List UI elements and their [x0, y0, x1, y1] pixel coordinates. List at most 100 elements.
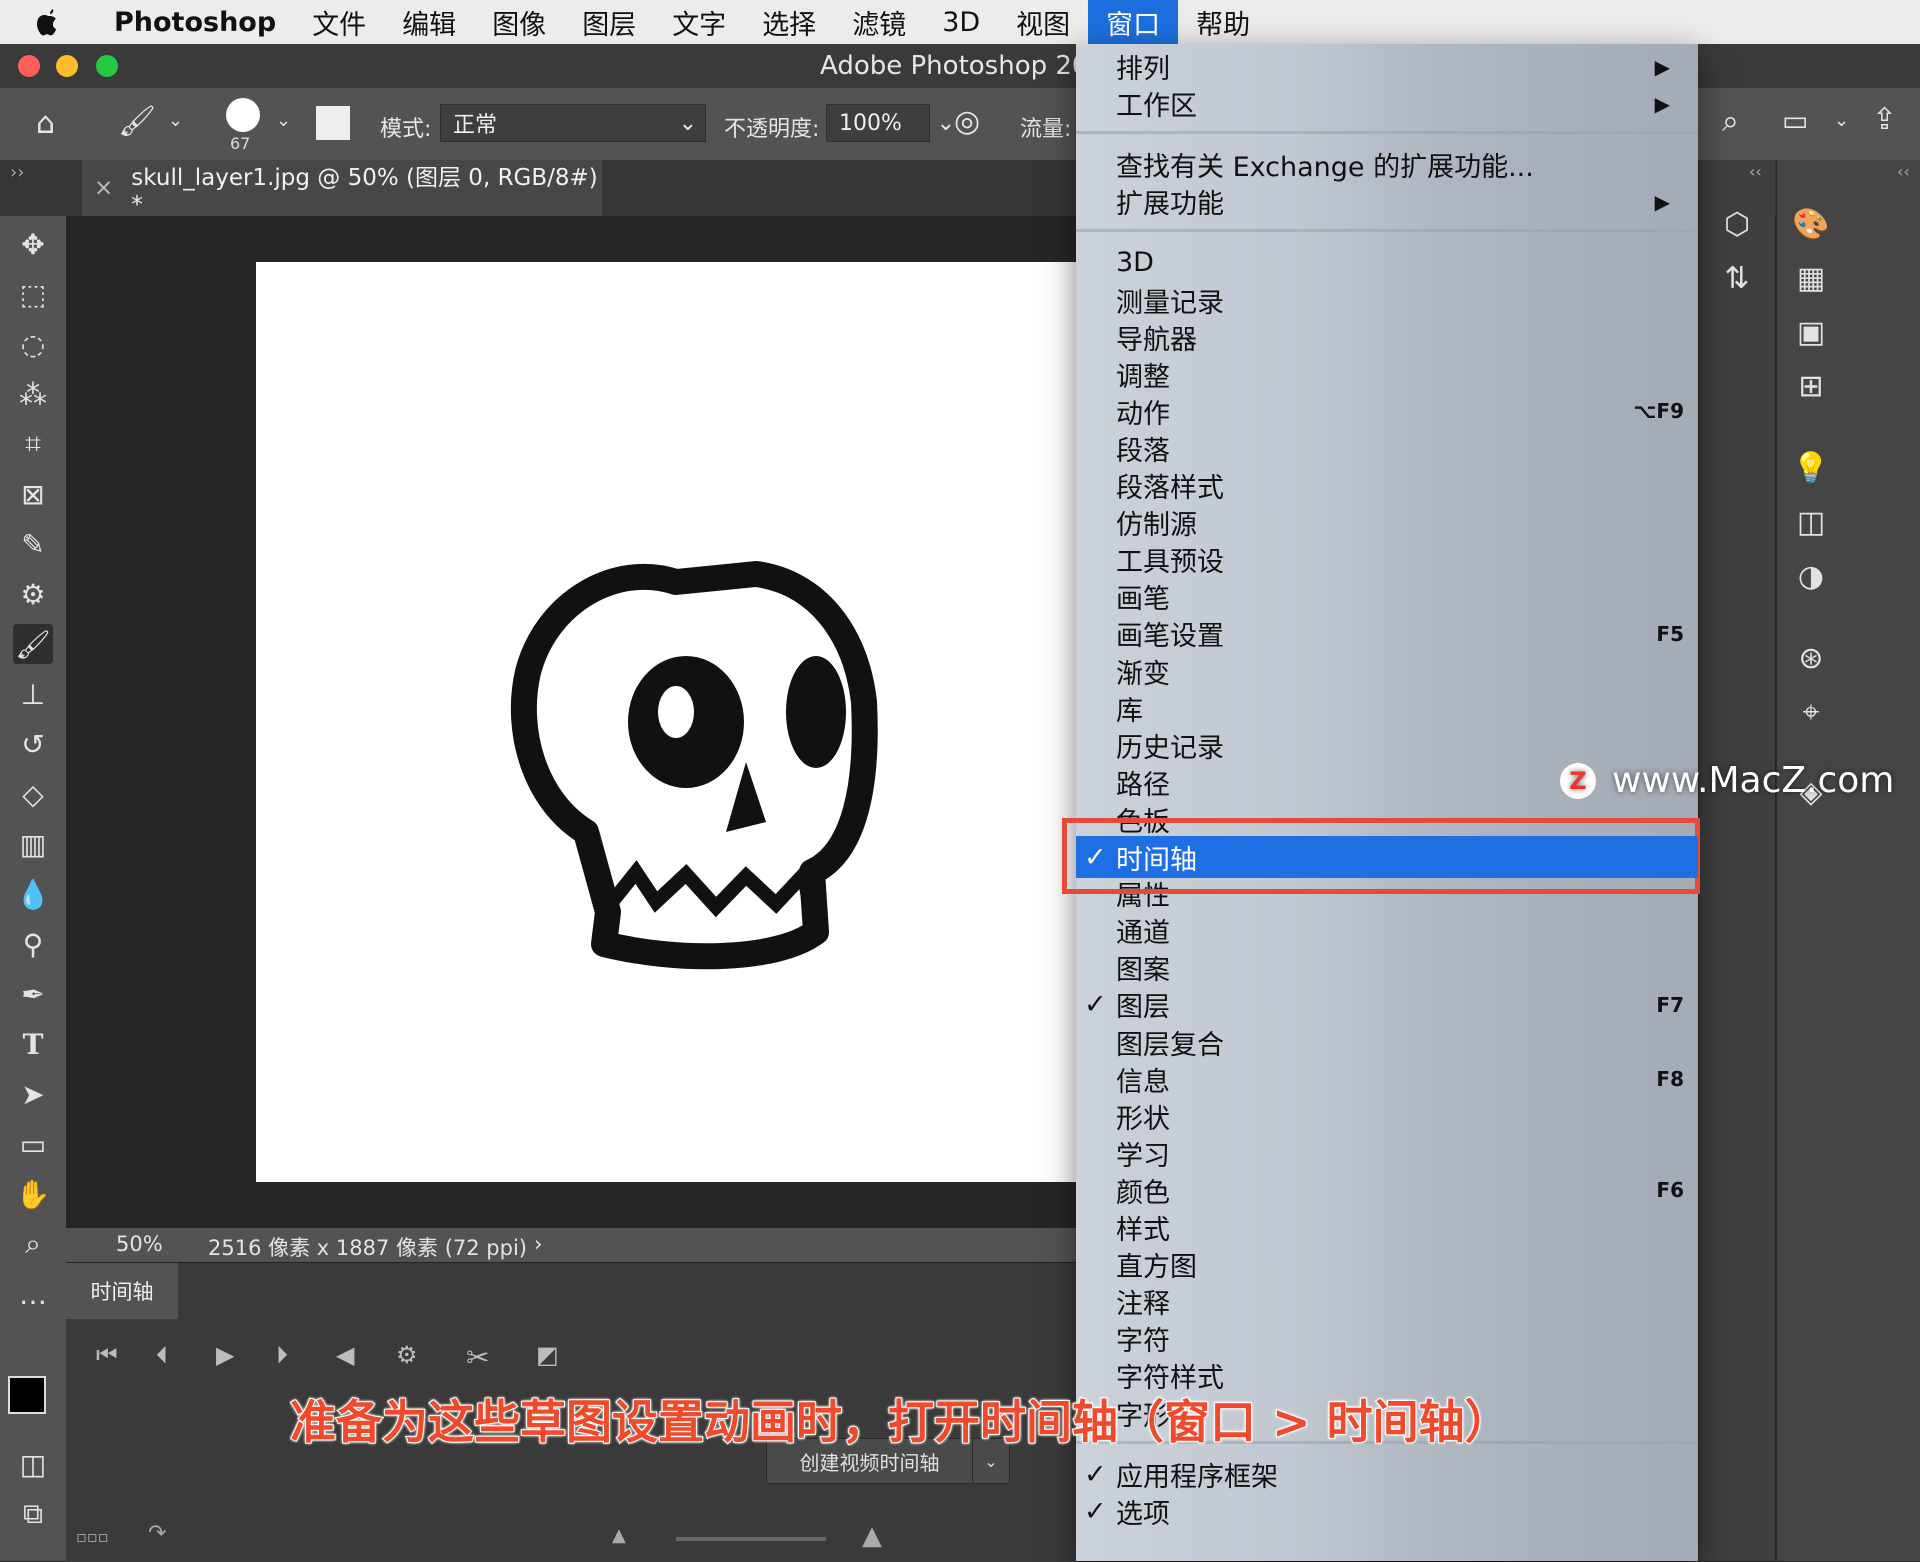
- pen-tool-icon[interactable]: ✒: [13, 974, 53, 1014]
- opacity-input[interactable]: 100% ⌄: [826, 104, 955, 142]
- brush-tool-icon[interactable]: 🖌: [13, 624, 53, 664]
- paths-icon[interactable]: ⌖: [1789, 690, 1833, 734]
- chevron-right-icon[interactable]: ›: [534, 1232, 542, 1256]
- channels-icon[interactable]: ⊛: [1789, 636, 1833, 680]
- menu-item[interactable]: 导航器: [1076, 319, 1698, 356]
- scissors-icon[interactable]: ✂: [466, 1341, 489, 1374]
- history-brush-tool-icon[interactable]: ↺: [13, 724, 53, 764]
- menu-item[interactable]: 工作区 ▶: [1076, 85, 1698, 122]
- convert-arrow-icon[interactable]: ↷: [148, 1521, 166, 1546]
- libraries-icon[interactable]: ◫: [1789, 500, 1833, 544]
- home-icon[interactable]: ⌂: [36, 106, 55, 141]
- next-frame-icon[interactable]: ⏵: [276, 1341, 288, 1369]
- document-tab[interactable]: × skull_layer1.jpg @ 50% (图层 0, RGB/8#) …: [82, 160, 602, 218]
- document-info[interactable]: 2516 像素 x 1887 像素 (72 ppi): [208, 1232, 527, 1262]
- first-frame-icon[interactable]: ⏮: [96, 1341, 118, 1369]
- adjustments-icon[interactable]: ◑: [1789, 554, 1833, 598]
- 3d-panel-icon[interactable]: ⬡: [1715, 202, 1759, 246]
- foreground-color-swatch[interactable]: [8, 1376, 46, 1414]
- menu-item[interactable]: 注释: [1076, 1283, 1698, 1320]
- menu-window[interactable]: 窗口: [1088, 0, 1179, 44]
- screen-mode-icon[interactable]: ⧉: [13, 1494, 53, 1534]
- menu-edit[interactable]: 编辑: [384, 0, 474, 44]
- stamp-tool-icon[interactable]: ⊥: [13, 674, 53, 714]
- minimize-window-button[interactable]: [56, 55, 78, 77]
- gradient-tool-icon[interactable]: ▥: [13, 824, 53, 864]
- menu-item-timeline[interactable]: ✓ 时间轴: [1076, 836, 1698, 878]
- more-tools-icon[interactable]: …: [13, 1274, 53, 1314]
- menu-item[interactable]: 直方图: [1076, 1246, 1698, 1283]
- menu-item[interactable]: 渐变: [1076, 653, 1698, 690]
- brush-size-swatch[interactable]: [226, 98, 260, 132]
- menu-item[interactable]: 画笔: [1076, 578, 1698, 615]
- gradients-icon[interactable]: ▣: [1789, 310, 1833, 354]
- close-window-button[interactable]: [18, 55, 40, 77]
- menu-app-name[interactable]: Photoshop: [96, 0, 294, 44]
- search-icon[interactable]: ⌕: [1722, 104, 1739, 139]
- menu-type[interactable]: 文字: [654, 0, 744, 44]
- menu-image[interactable]: 图像: [474, 0, 564, 44]
- patterns-icon[interactable]: ⊞: [1789, 364, 1833, 408]
- close-tab-icon[interactable]: ×: [94, 175, 113, 201]
- menu-item[interactable]: 画笔设置 F5: [1076, 615, 1698, 652]
- mode-select[interactable]: 正常 ⌄: [440, 104, 706, 142]
- menu-item[interactable]: ✓ 选项: [1076, 1493, 1698, 1530]
- menu-item[interactable]: 动作 ⌥F9: [1076, 393, 1698, 430]
- menu-item[interactable]: 3D: [1076, 244, 1698, 281]
- audio-icon[interactable]: ◀: [336, 1341, 354, 1369]
- eyedropper-tool-icon[interactable]: ✎: [13, 524, 53, 564]
- menu-item[interactable]: 查找有关 Exchange 的扩展功能...: [1076, 146, 1698, 183]
- menu-item[interactable]: 调整: [1076, 356, 1698, 393]
- chevron-down-icon[interactable]: ⌄: [168, 110, 183, 131]
- quick-mask-icon[interactable]: ◫: [13, 1444, 53, 1484]
- expand-toolbar-icon[interactable]: ››: [10, 162, 24, 183]
- workspace-icon[interactable]: ▭: [1782, 104, 1808, 137]
- chevron-down-icon[interactable]: ⌄: [937, 111, 955, 136]
- blur-tool-icon[interactable]: 💧: [13, 874, 53, 914]
- zoom-level[interactable]: 50%: [116, 1232, 163, 1256]
- menu-item[interactable]: 通道: [1076, 912, 1698, 949]
- marquee-tool-icon[interactable]: ⬚: [13, 274, 53, 314]
- zoom-out-mountain-icon[interactable]: ▲: [612, 1525, 626, 1546]
- menu-help[interactable]: 帮助: [1178, 0, 1268, 44]
- chevron-down-icon[interactable]: ⌄: [276, 110, 291, 131]
- menu-item[interactable]: 颜色 F6: [1076, 1172, 1698, 1209]
- menu-item[interactable]: ✓ 应用程序框架: [1076, 1456, 1698, 1493]
- apple-menu-icon[interactable]: [0, 0, 96, 44]
- menu-select[interactable]: 选择: [744, 0, 834, 44]
- zoom-tool-icon[interactable]: ⌕: [13, 1224, 53, 1264]
- menu-layer[interactable]: 图层: [564, 0, 654, 44]
- frames-icon[interactable]: ▫▫▫: [76, 1527, 109, 1546]
- play-icon[interactable]: ▶: [216, 1341, 234, 1369]
- timeline-zoom-slider[interactable]: [676, 1537, 826, 1541]
- menu-item[interactable]: 历史记录: [1076, 727, 1698, 764]
- document-canvas[interactable]: [256, 262, 1076, 1182]
- share-icon[interactable]: ⇪: [1872, 102, 1897, 137]
- brush-preset-icon[interactable]: 🖌: [118, 104, 156, 139]
- menu-view[interactable]: 视图: [998, 0, 1088, 44]
- dodge-tool-icon[interactable]: ⚲: [13, 924, 53, 964]
- menu-filter[interactable]: 滤镜: [834, 0, 924, 44]
- zoom-in-mountain-icon[interactable]: ▲: [862, 1521, 882, 1551]
- menu-item[interactable]: 学习: [1076, 1135, 1698, 1172]
- quick-select-tool-icon[interactable]: ⁂: [13, 374, 53, 414]
- settings-gear-icon[interactable]: ⚙: [396, 1341, 418, 1369]
- menu-item[interactable]: 段落: [1076, 430, 1698, 467]
- crop-tool-icon[interactable]: ⌗: [13, 424, 53, 464]
- chevron-down-icon[interactable]: ⌄: [1834, 110, 1849, 131]
- path-select-tool-icon[interactable]: ➤: [13, 1074, 53, 1114]
- color-palette-icon[interactable]: 🎨: [1789, 202, 1833, 246]
- zoom-window-button[interactable]: [96, 55, 118, 77]
- hand-tool-icon[interactable]: ✋: [13, 1174, 53, 1214]
- frame-tool-icon[interactable]: ⊠: [13, 474, 53, 514]
- menu-3d[interactable]: 3D: [924, 0, 998, 44]
- menu-item[interactable]: 图层复合: [1076, 1024, 1698, 1061]
- type-tool-icon[interactable]: T: [13, 1024, 53, 1064]
- learn-bulb-icon[interactable]: 💡: [1789, 446, 1833, 490]
- previous-frame-icon[interactable]: ⏴: [156, 1341, 168, 1369]
- menu-item[interactable]: 仿制源: [1076, 504, 1698, 541]
- menu-item[interactable]: 信息 F8: [1076, 1061, 1698, 1098]
- brush-panel-toggle-icon[interactable]: [316, 106, 350, 140]
- pressure-opacity-icon[interactable]: ◎: [954, 104, 980, 139]
- menu-item[interactable]: 库: [1076, 690, 1698, 727]
